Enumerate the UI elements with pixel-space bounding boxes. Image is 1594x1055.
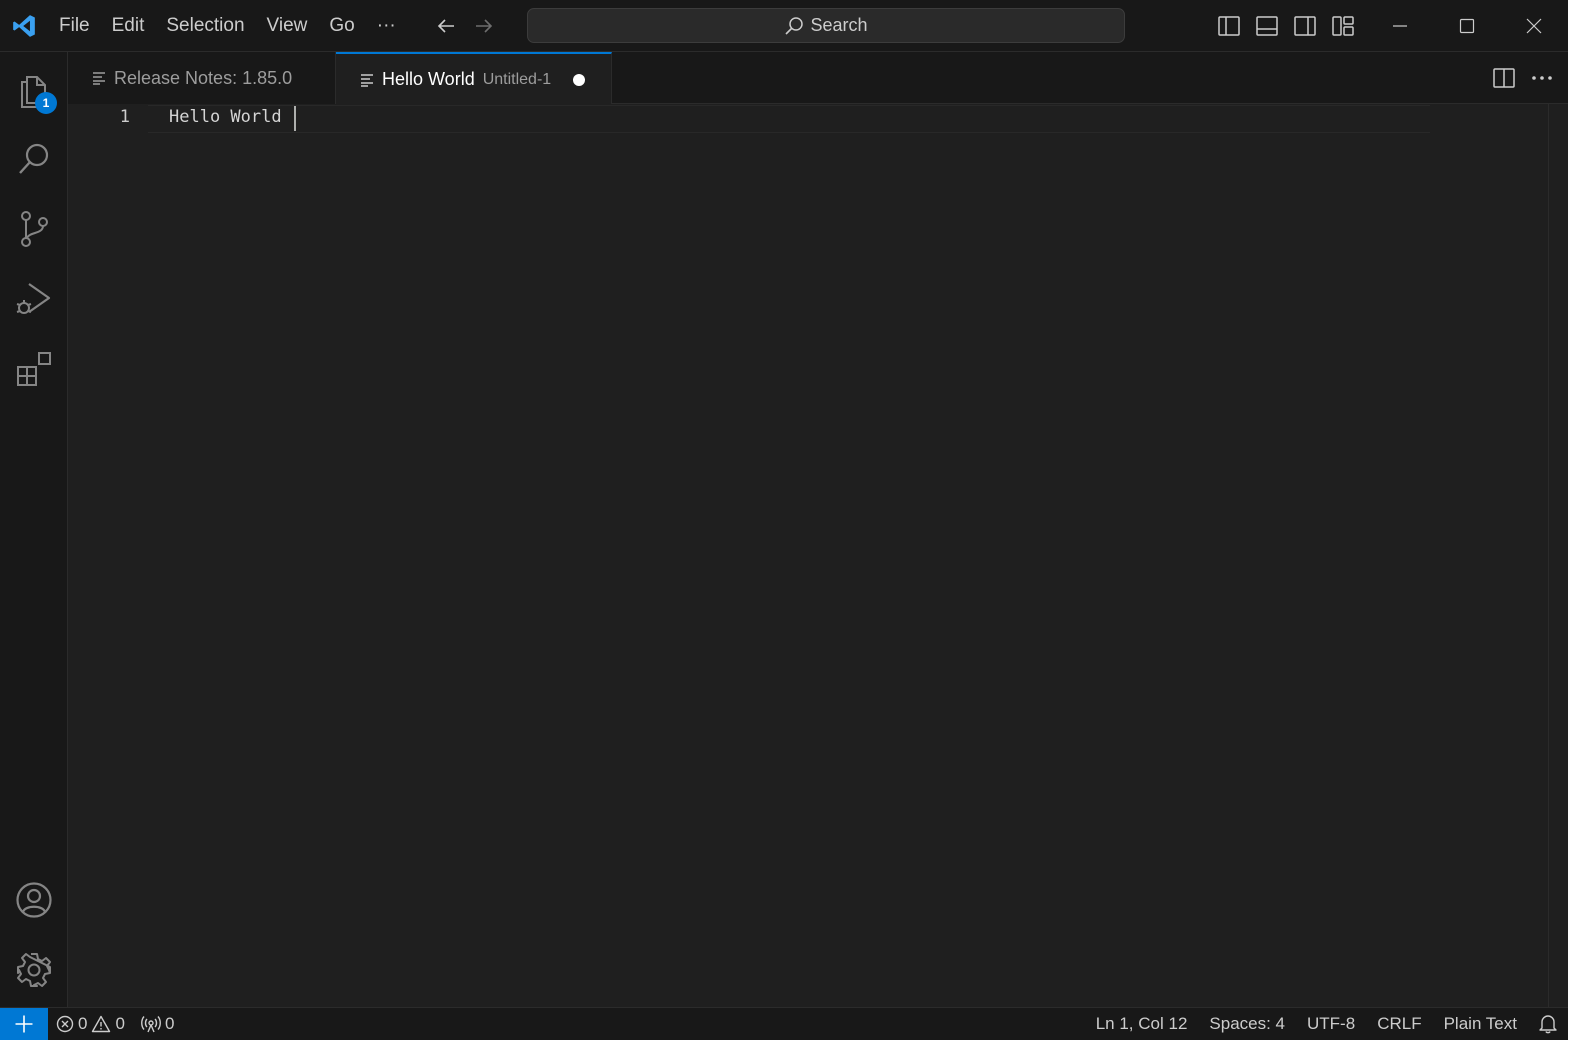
language-mode[interactable]: Plain Text bbox=[1433, 1008, 1528, 1041]
menu-selection[interactable]: Selection bbox=[155, 9, 255, 43]
warning-icon bbox=[92, 1015, 111, 1033]
tab-description: Untitled-1 bbox=[482, 70, 552, 88]
command-center-search[interactable]: Search bbox=[527, 8, 1125, 43]
broadcast-icon bbox=[140, 1016, 161, 1033]
title-bar: File Edit Selection View Go ··· Search bbox=[0, 0, 1568, 52]
code-line[interactable]: Hello World bbox=[169, 107, 282, 127]
vscode-logo-icon bbox=[0, 0, 48, 52]
menu-bar: File Edit Selection View Go ··· bbox=[48, 0, 407, 52]
split-editor-icon[interactable] bbox=[1488, 62, 1520, 94]
close-window-icon[interactable] bbox=[1500, 0, 1567, 52]
current-line-highlight bbox=[148, 105, 1430, 133]
ports-count: 0 bbox=[164, 1014, 175, 1033]
error-icon bbox=[56, 1015, 74, 1033]
unsaved-dot-icon[interactable] bbox=[573, 73, 586, 86]
file-lines-icon bbox=[361, 73, 373, 87]
editor-area[interactable]: 1 Hello World bbox=[68, 104, 1568, 1007]
minimize-icon[interactable] bbox=[1366, 0, 1433, 52]
menu-go[interactable]: Go bbox=[318, 9, 365, 43]
text-cursor bbox=[294, 106, 296, 131]
search-icon bbox=[785, 16, 804, 35]
ports-indicator[interactable]: 0 bbox=[133, 1008, 182, 1041]
more-actions-icon[interactable] bbox=[1526, 62, 1558, 94]
error-count: 0 bbox=[78, 1014, 88, 1033]
activity-accounts[interactable] bbox=[0, 865, 68, 935]
activity-search[interactable] bbox=[0, 124, 68, 194]
search-icon bbox=[19, 143, 49, 174]
activity-extensions[interactable] bbox=[0, 334, 68, 404]
remote-indicator[interactable] bbox=[0, 1007, 48, 1040]
problems-indicator[interactable]: 0 0 bbox=[48, 1008, 133, 1041]
activity-manage[interactable] bbox=[0, 935, 68, 1005]
forward-arrow-icon[interactable] bbox=[465, 9, 503, 43]
customize-layout-icon[interactable] bbox=[1324, 0, 1362, 52]
activity-source-control[interactable] bbox=[0, 194, 68, 264]
source-control-icon bbox=[21, 211, 48, 247]
activity-run-debug[interactable] bbox=[0, 264, 68, 334]
desktop-background bbox=[0, 1040, 1594, 1055]
desktop-background bbox=[1568, 0, 1594, 1055]
tab-label: Release Notes: 1.85.0 bbox=[114, 67, 293, 88]
tab-release-notes[interactable]: Release Notes: 1.85.0 bbox=[68, 52, 336, 104]
search-label: Search bbox=[810, 15, 868, 35]
run-debug-icon bbox=[16, 283, 51, 314]
line-number: 1 bbox=[119, 107, 130, 127]
account-icon bbox=[16, 882, 52, 918]
menu-edit[interactable]: Edit bbox=[101, 9, 156, 43]
maximize-icon[interactable] bbox=[1433, 0, 1500, 52]
activity-bar: 1 bbox=[0, 52, 68, 1007]
toggle-secondary-sidebar-icon[interactable] bbox=[1286, 0, 1324, 52]
notifications-bell-icon[interactable] bbox=[1528, 1008, 1568, 1041]
vscode-window: File Edit Selection View Go ··· Search 1… bbox=[0, 0, 1568, 1040]
vertical-scrollbar[interactable] bbox=[1548, 104, 1568, 1007]
menu-file[interactable]: File bbox=[48, 9, 101, 43]
explorer-badge: 1 bbox=[35, 92, 57, 114]
file-encoding[interactable]: UTF-8 bbox=[1296, 1008, 1366, 1041]
toggle-panel-icon[interactable] bbox=[1248, 0, 1286, 52]
warning-count: 0 bbox=[115, 1014, 125, 1033]
indentation[interactable]: Spaces: 4 bbox=[1198, 1008, 1296, 1041]
editor-tab-bar: Release Notes: 1.85.0 Hello World Untitl… bbox=[68, 52, 1568, 105]
status-bar: 0 0 0 Ln 1, Col 12 Spaces: 4 UTF-8 CRLF … bbox=[0, 1007, 1568, 1040]
remote-icon bbox=[15, 1015, 33, 1033]
activity-explorer[interactable]: 1 bbox=[0, 54, 68, 124]
end-of-line[interactable]: CRLF bbox=[1366, 1008, 1432, 1041]
file-lines-icon bbox=[93, 72, 105, 85]
extensions-icon bbox=[17, 352, 51, 386]
menu-view[interactable]: View bbox=[256, 9, 319, 43]
cursor-position[interactable]: Ln 1, Col 12 bbox=[1085, 1008, 1199, 1041]
menu-more[interactable]: ··· bbox=[366, 9, 407, 43]
tab-hello-world[interactable]: Hello World Untitled-1 bbox=[336, 52, 612, 105]
back-arrow-icon[interactable] bbox=[427, 9, 465, 43]
toggle-primary-sidebar-icon[interactable] bbox=[1210, 0, 1248, 52]
gear-icon bbox=[17, 953, 51, 987]
tab-label: Hello World bbox=[382, 69, 475, 89]
